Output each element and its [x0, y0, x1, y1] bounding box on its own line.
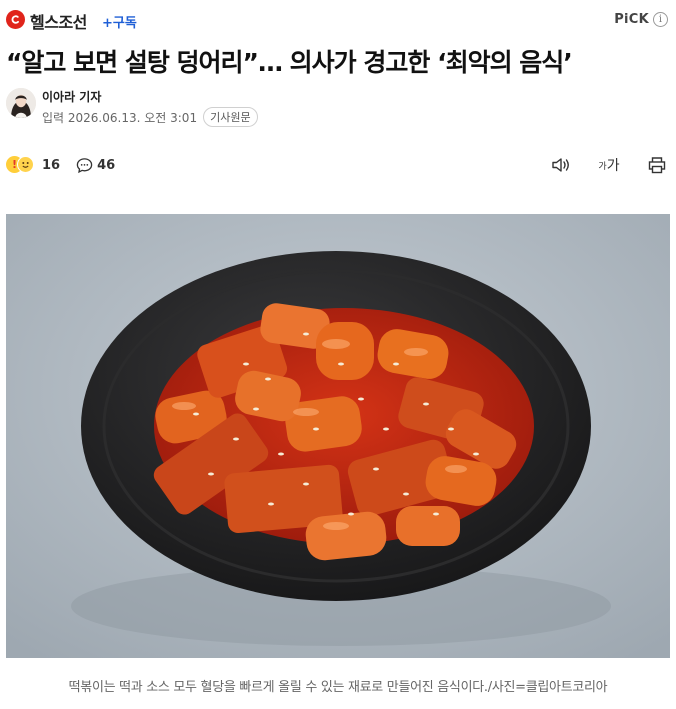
press-logo-icon[interactable]: [6, 10, 25, 29]
smile-emoji-icon: [17, 156, 34, 173]
article-headline: “알고 보면 설탕 덩어리”… 의사가 경고한 ‘최악의 음식’: [6, 48, 573, 77]
photo-caption: 떡볶이는 떡과 소스 모두 혈당을 빠르게 올릴 수 있는 재료로 만들어진 음…: [68, 680, 608, 695]
reaction-bar: ! 16 46: [6, 155, 115, 175]
article-photo[interactable]: [6, 214, 670, 658]
font-size-icon[interactable]: 가가: [598, 155, 620, 175]
font-size-small-glyph: 가: [598, 161, 607, 172]
press-name[interactable]: 헬스조선: [30, 9, 87, 33]
reaction-button[interactable]: !: [6, 155, 38, 175]
comment-icon[interactable]: [76, 157, 93, 174]
info-icon[interactable]: i: [653, 12, 668, 27]
reporter-name[interactable]: 이아라 기자: [42, 88, 101, 105]
original-article-button[interactable]: 기사원문: [203, 107, 258, 127]
pick-label: PiCK: [614, 12, 649, 27]
publish-date: 입력 2026.06.13. 오전 3:01: [42, 110, 198, 125]
dateline: 입력 2026.06.13. 오전 3:01 기사원문: [42, 107, 258, 127]
pick-badge: PiCK i: [614, 12, 668, 27]
font-size-large-glyph: 가: [606, 158, 620, 174]
reporter-avatar[interactable]: [6, 88, 36, 118]
subscribe-button[interactable]: +구독: [102, 12, 137, 31]
comment-count[interactable]: 46: [97, 158, 115, 173]
reaction-count: 16: [42, 157, 61, 173]
print-icon[interactable]: [646, 155, 668, 175]
audio-icon[interactable]: [550, 155, 572, 175]
press-header: 헬스조선 +구독 PiCK i: [0, 0, 676, 40]
article-tools: 가가: [550, 155, 668, 175]
